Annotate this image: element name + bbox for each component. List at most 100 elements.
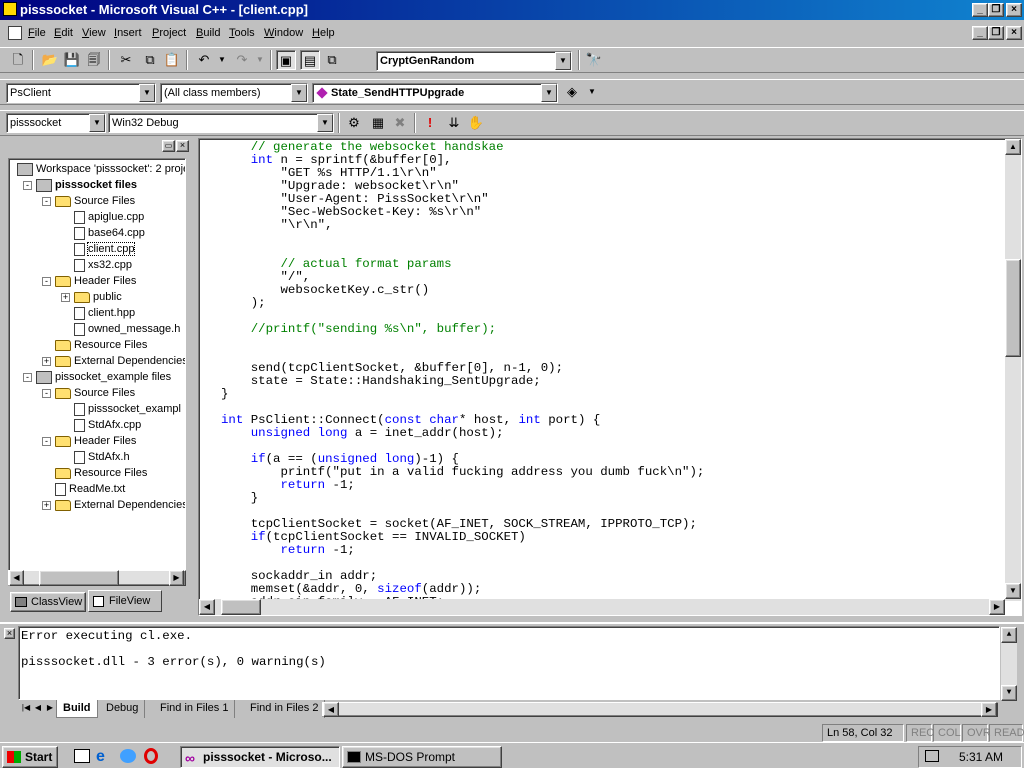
config-combo[interactable]: Win32 Debug ▼	[108, 113, 334, 133]
editor-hscrollbar[interactable]: ◀ ▶	[199, 599, 1005, 615]
tab-scroll-next-icon[interactable]: ▶	[44, 701, 56, 717]
tree-node-file[interactable]: apiglue.cpp	[74, 209, 144, 225]
doc-minimize-button[interactable]: _	[972, 26, 988, 40]
doc-restore-button[interactable]: ❐	[988, 26, 1004, 40]
output-vscrollbar[interactable]: ▲ ▼	[1001, 627, 1017, 701]
build-icon[interactable]: ▦	[368, 113, 388, 133]
tree-node-file[interactable]: ReadMe.txt	[55, 481, 125, 497]
cut-icon[interactable]: ✂	[116, 50, 136, 70]
chevron-down-icon[interactable]: ▼	[555, 52, 571, 70]
restore-button[interactable]: ❐	[988, 3, 1004, 17]
find-combo[interactable]: CryptGenRandom ▼	[376, 51, 572, 71]
scroll-right-icon[interactable]: ▶	[989, 599, 1005, 615]
tree-node-file[interactable]: owned_message.h	[74, 321, 180, 337]
menu-help[interactable]: Help	[312, 27, 335, 39]
breakpoint-hand-icon[interactable]: ✋	[466, 113, 486, 133]
chevron-down-icon[interactable]: ▼	[317, 114, 333, 132]
filter-combo[interactable]: (All class members) ▼	[160, 83, 308, 103]
scroll-down-icon[interactable]: ▼	[1005, 583, 1021, 599]
tree-node-folder[interactable]: public	[74, 289, 122, 305]
tab-debug[interactable]: Debug	[100, 700, 146, 718]
tree-node-file[interactable]: StdAfx.h	[74, 449, 130, 465]
tree-hscrollbar[interactable]: ◀ ▶	[8, 570, 186, 586]
class-combo[interactable]: PsClient ▼	[6, 83, 156, 103]
tab-find-in-files-2[interactable]: Find in Files 2	[244, 700, 326, 718]
tree-node-file[interactable]: StdAfx.cpp	[74, 417, 141, 433]
scroll-thumb[interactable]	[1005, 259, 1021, 357]
tree-node-folder[interactable]: Resource Files	[55, 337, 147, 353]
tree-node-file[interactable]: xs32.cpp	[74, 257, 132, 273]
scroll-right-icon[interactable]: ▶	[981, 702, 997, 717]
scroll-thumb[interactable]	[221, 599, 261, 615]
close-button[interactable]: ×	[1006, 3, 1022, 17]
scroll-left-icon[interactable]: ◀	[199, 599, 215, 615]
open-folder-icon[interactable]: 📂	[40, 50, 60, 70]
scroll-down-icon[interactable]: ▼	[1001, 685, 1017, 701]
task-msdos[interactable]: MS-DOS Prompt	[342, 746, 502, 768]
undo-dropdown-icon[interactable]: ▼	[212, 50, 232, 70]
code-area[interactable]: // generate the websocket handskae int n…	[221, 139, 1006, 602]
collapse-icon[interactable]: -	[42, 389, 51, 398]
tree-node-folder[interactable]: External Dependencies	[55, 497, 185, 513]
tree-node-folder[interactable]: External Dependencies	[55, 353, 185, 369]
document-icon[interactable]	[8, 26, 22, 40]
quicklaunch-channels-icon[interactable]	[120, 749, 136, 763]
scroll-left-icon[interactable]: ◀	[9, 570, 24, 586]
redo-icon[interactable]: ↷	[232, 50, 252, 70]
tree-node-file[interactable]: pisssocket_exampl	[74, 401, 181, 417]
title-bar[interactable]: pisssocket - Microsoft Visual C++ - [cli…	[0, 0, 1024, 20]
tray-network-icon[interactable]	[925, 750, 939, 762]
save-icon[interactable]: 💾	[62, 50, 82, 70]
menu-file[interactable]: File	[28, 27, 46, 39]
scroll-right-icon[interactable]: ▶	[169, 570, 184, 586]
tab-build[interactable]: Build	[56, 700, 98, 718]
collapse-icon[interactable]: -	[23, 373, 32, 382]
tree-node-folder[interactable]: Source Files	[55, 385, 135, 401]
menu-view[interactable]: View	[82, 27, 106, 39]
menu-tools[interactable]: Tools	[229, 27, 255, 39]
go-icon[interactable]: ⇊	[444, 113, 464, 133]
tree-node-folder[interactable]: Header Files	[55, 273, 136, 289]
clock[interactable]: 5:31 AM	[959, 750, 1003, 764]
tree-node-file[interactable]: client.hpp	[74, 305, 135, 321]
new-text-file-icon[interactable]: 🗋	[8, 50, 28, 70]
save-all-icon[interactable]: 🗐	[84, 50, 104, 70]
wizard-action-icon[interactable]: ◈	[562, 82, 582, 102]
tab-scroll-first-icon[interactable]: |◀	[20, 701, 32, 717]
compile-icon[interactable]: ⚙	[344, 113, 364, 133]
menu-build[interactable]: Build	[196, 27, 220, 39]
paste-icon[interactable]: 📋	[162, 50, 182, 70]
menu-edit[interactable]: Edit	[54, 27, 73, 39]
menu-window[interactable]: Window	[264, 27, 303, 39]
collapse-icon[interactable]: -	[23, 181, 32, 190]
output-hscrollbar[interactable]: ◀ ▶	[322, 702, 998, 717]
undo-icon[interactable]: ↶	[194, 50, 214, 70]
tree-node-file[interactable]: base64.cpp	[74, 225, 145, 241]
file-tree[interactable]: Workspace 'pisssocket': 2 proje pisssocke…	[8, 158, 186, 572]
doc-close-button[interactable]: ×	[1006, 26, 1022, 40]
tab-find-in-files-1[interactable]: Find in Files 1	[154, 700, 236, 718]
minimize-button[interactable]: _	[972, 3, 988, 17]
expand-icon[interactable]: +	[42, 357, 51, 366]
collapse-icon[interactable]: -	[42, 437, 51, 446]
tree-node-project[interactable]: pisssocket files	[36, 177, 137, 193]
expand-icon[interactable]: +	[42, 501, 51, 510]
output-text[interactable]: Error executing cl.exe. pisssocket.dll -…	[18, 626, 1017, 701]
collapse-icon[interactable]: -	[42, 197, 51, 206]
chevron-down-icon[interactable]: ▼	[541, 84, 557, 102]
workspace-toggle-icon[interactable]: ▣	[276, 50, 296, 70]
output-close-icon[interactable]: ×	[4, 628, 15, 639]
tree-node-project[interactable]: pissocket_example files	[36, 369, 171, 385]
chevron-down-icon[interactable]: ▼	[139, 84, 155, 102]
scroll-up-icon[interactable]: ▲	[1005, 139, 1021, 155]
start-button[interactable]: Start	[2, 746, 58, 768]
panel-restore-icon[interactable]: ▭	[162, 140, 175, 152]
wizard-dropdown-icon[interactable]: ▼	[582, 82, 602, 102]
collapse-icon[interactable]: -	[42, 277, 51, 286]
stop-build-icon[interactable]: ✖	[390, 113, 410, 133]
redo-dropdown-icon[interactable]: ▼	[250, 50, 270, 70]
menu-project[interactable]: Project	[152, 27, 186, 39]
tab-scroll-prev-icon[interactable]: ◀	[32, 701, 44, 717]
tree-node-file[interactable]: client.cpp	[74, 241, 136, 257]
quicklaunch-desktop-icon[interactable]	[74, 749, 90, 763]
